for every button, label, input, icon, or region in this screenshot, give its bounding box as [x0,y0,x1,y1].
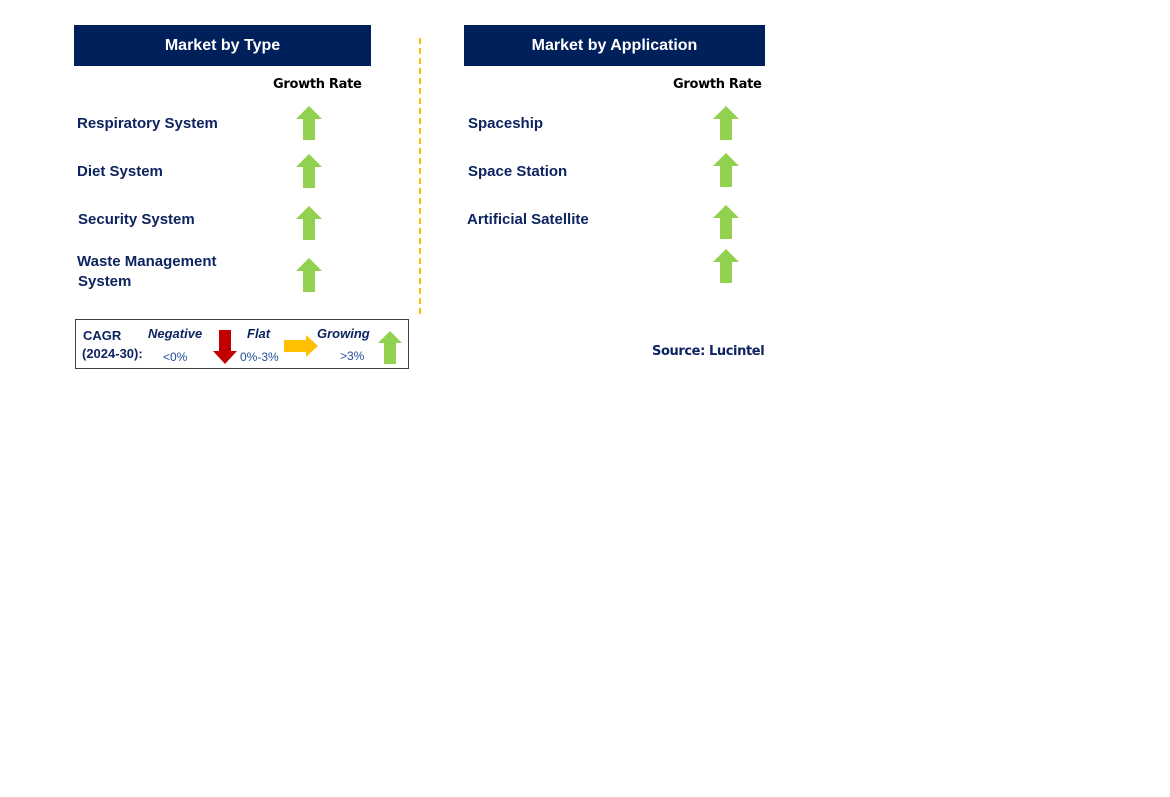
type-row-label: Waste Management System [77,252,216,292]
source-label: Source: Lucintel [652,344,765,359]
down-arrow-icon [213,330,237,364]
up-arrow-icon [378,331,402,364]
type-row-label: Respiratory System [77,115,218,132]
legend-growing-range: >3% [340,349,365,363]
cagr-legend: CAGR (2024-30): Negative <0% Flat 0%-3% … [75,319,409,369]
up-arrow-icon [713,153,739,187]
right-arrow-icon [284,335,318,357]
panel-title-application: Market by Application [464,25,765,66]
legend-flat-label: Flat [247,326,271,341]
growth-rate-header-type: Growth Rate [273,77,362,92]
type-row-label: Security System [78,211,195,228]
type-row-label: Diet System [77,163,163,180]
application-row-label: Spaceship [468,115,544,132]
type-row-label-line1: Waste Management [77,253,217,270]
up-arrow-icon [713,106,739,140]
legend-title-line1: CAGR [83,328,122,343]
legend-negative-label: Negative [148,326,203,341]
legend-negative-range: <0% [163,350,188,364]
up-arrow-icon [296,154,322,188]
application-row-label: Artificial Satellite [467,211,589,228]
legend-growing-label: Growing [317,326,370,341]
up-arrow-icon [296,206,322,240]
legend-flat-range: 0%-3% [240,350,279,364]
growth-rate-header-application: Growth Rate [673,77,762,92]
type-row-label-line2: System [78,273,132,290]
panel-divider [419,38,421,314]
up-arrow-icon [296,258,322,292]
application-row-label: Space Station [468,163,568,180]
up-arrow-icon [713,205,739,239]
panel-title-type: Market by Type [74,25,371,66]
legend-title-line2: (2024-30): [82,346,143,361]
up-arrow-icon [713,249,739,283]
up-arrow-icon [296,106,322,140]
